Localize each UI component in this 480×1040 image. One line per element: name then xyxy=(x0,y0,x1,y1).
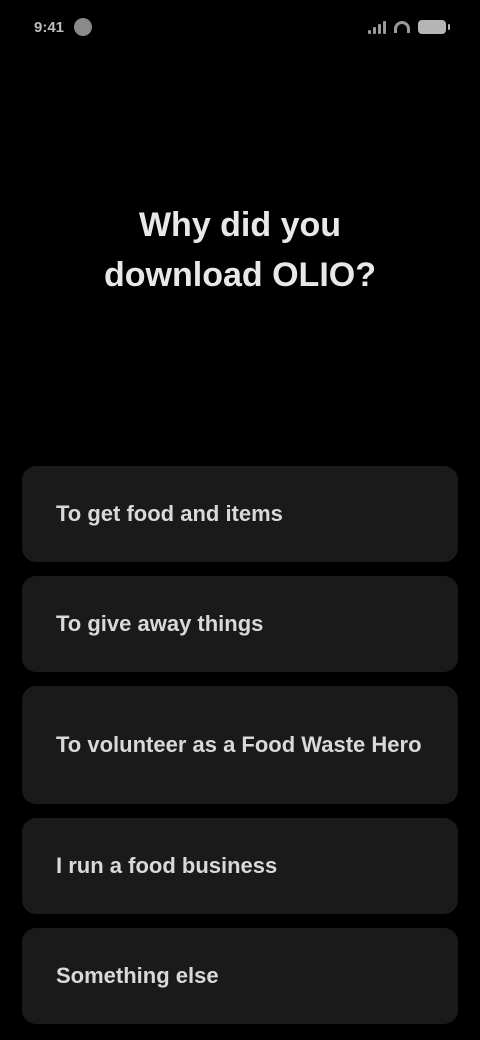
option-label: I run a food business xyxy=(56,853,278,878)
status-time: 9:41 xyxy=(34,18,65,36)
status-bar-right xyxy=(368,20,450,34)
location-indicator-icon xyxy=(74,18,93,36)
cellular-signal-icon xyxy=(368,20,386,34)
status-bar-left: 9:41 xyxy=(34,18,93,36)
option-label: To get food and items xyxy=(56,501,283,526)
battery-icon xyxy=(418,20,450,34)
option-label: To give away things xyxy=(56,611,264,636)
wifi-icon xyxy=(394,21,410,33)
option-food-business[interactable]: I run a food business xyxy=(22,818,458,914)
option-give-away-things[interactable]: To give away things xyxy=(22,576,458,672)
option-label: Something else xyxy=(56,963,219,988)
option-get-food-and-items[interactable]: To get food and items xyxy=(22,466,458,562)
option-volunteer-food-waste-hero[interactable]: To volunteer as a Food Waste Hero xyxy=(22,686,458,804)
option-something-else[interactable]: Something else xyxy=(22,928,458,1024)
page-title: Why did you download OLIO? xyxy=(104,206,376,294)
option-list: To get food and items To give away thing… xyxy=(22,466,458,1024)
status-bar: 9:41 xyxy=(0,0,480,60)
option-label: To volunteer as a Food Waste Hero xyxy=(56,732,422,757)
